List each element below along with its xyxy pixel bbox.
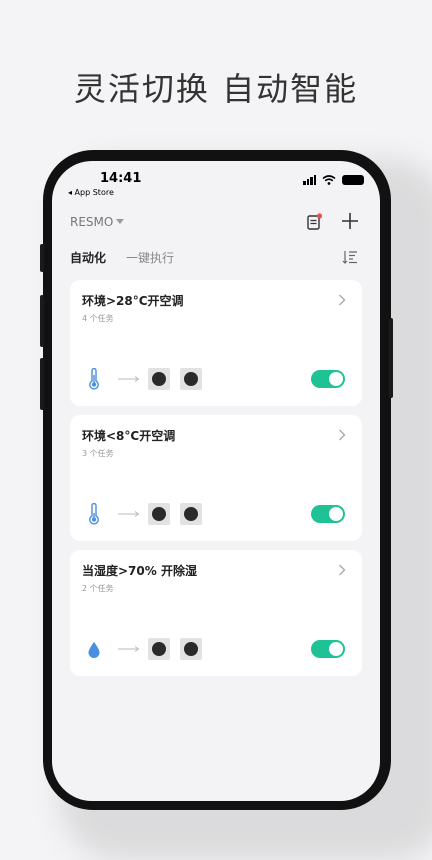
device-thumbnail xyxy=(148,503,170,525)
automation-enable-toggle[interactable] xyxy=(311,640,345,658)
status-time: 14:41 xyxy=(100,171,142,186)
add-icon[interactable] xyxy=(340,211,360,231)
phone-volume-up xyxy=(40,295,44,347)
arrow-right-icon xyxy=(118,646,140,652)
automation-card[interactable]: 环境<8°C开空调 3 个任务 xyxy=(70,415,362,541)
automation-enable-toggle[interactable] xyxy=(311,505,345,523)
marketing-headline: 灵活切换 自动智能 xyxy=(73,70,359,108)
toggle-knob xyxy=(329,507,343,521)
arrow-right-icon xyxy=(118,376,140,382)
device-thumbnail xyxy=(148,368,170,390)
automation-card[interactable]: 当湿度>70% 开除湿 2 个任务 xyxy=(70,550,362,676)
automation-title: 当湿度>70% 开除湿 xyxy=(82,564,197,578)
automation-task-count: 4 个任务 xyxy=(82,314,114,323)
chevron-right-icon[interactable] xyxy=(338,564,346,576)
notification-dot xyxy=(316,213,323,219)
tab-bar: 自动化 一键执行 xyxy=(52,245,380,271)
automation-card[interactable]: 环境>28°C开空调 4 个任务 xyxy=(70,280,362,406)
phone-volume-down xyxy=(40,358,44,410)
status-bar: 14:41 ◂ App Store xyxy=(52,161,380,205)
device-thumbnail xyxy=(180,503,202,525)
automation-enable-toggle[interactable] xyxy=(311,370,345,388)
phone-power-button xyxy=(389,318,393,398)
app-screen: 14:41 ◂ App Store RESMO 自动化 一键执行 环境>28°C… xyxy=(52,161,380,801)
sort-icon[interactable] xyxy=(342,250,358,264)
phone-silent-switch xyxy=(40,244,44,272)
battery-icon xyxy=(342,175,364,185)
toggle-knob xyxy=(329,372,343,386)
top-nav: RESMO xyxy=(52,205,380,245)
tab-automation[interactable]: 自动化 xyxy=(70,249,106,266)
water-drop-icon xyxy=(88,642,100,658)
automation-title: 环境<8°C开空调 xyxy=(82,429,176,443)
chevron-down-icon[interactable] xyxy=(116,219,124,224)
tab-one-click[interactable]: 一键执行 xyxy=(126,249,174,266)
chevron-right-icon[interactable] xyxy=(338,294,346,306)
automation-task-count: 2 个任务 xyxy=(82,584,114,593)
chevron-right-icon[interactable] xyxy=(338,429,346,441)
thermometer-icon xyxy=(89,503,99,525)
device-thumbnail xyxy=(180,368,202,390)
wifi-icon xyxy=(322,175,336,185)
status-icons xyxy=(303,175,364,185)
thermometer-icon xyxy=(89,368,99,390)
back-to-app-store[interactable]: ◂ App Store xyxy=(68,188,114,197)
device-thumbnail xyxy=(148,638,170,660)
automation-task-count: 3 个任务 xyxy=(82,449,114,458)
device-thumbnail xyxy=(180,638,202,660)
cellular-signal-icon xyxy=(303,175,316,185)
home-selector[interactable]: RESMO xyxy=(70,215,113,229)
automation-title: 环境>28°C开空调 xyxy=(82,294,184,308)
arrow-right-icon xyxy=(118,511,140,517)
toggle-knob xyxy=(329,642,343,656)
message-log-icon[interactable] xyxy=(307,213,323,231)
